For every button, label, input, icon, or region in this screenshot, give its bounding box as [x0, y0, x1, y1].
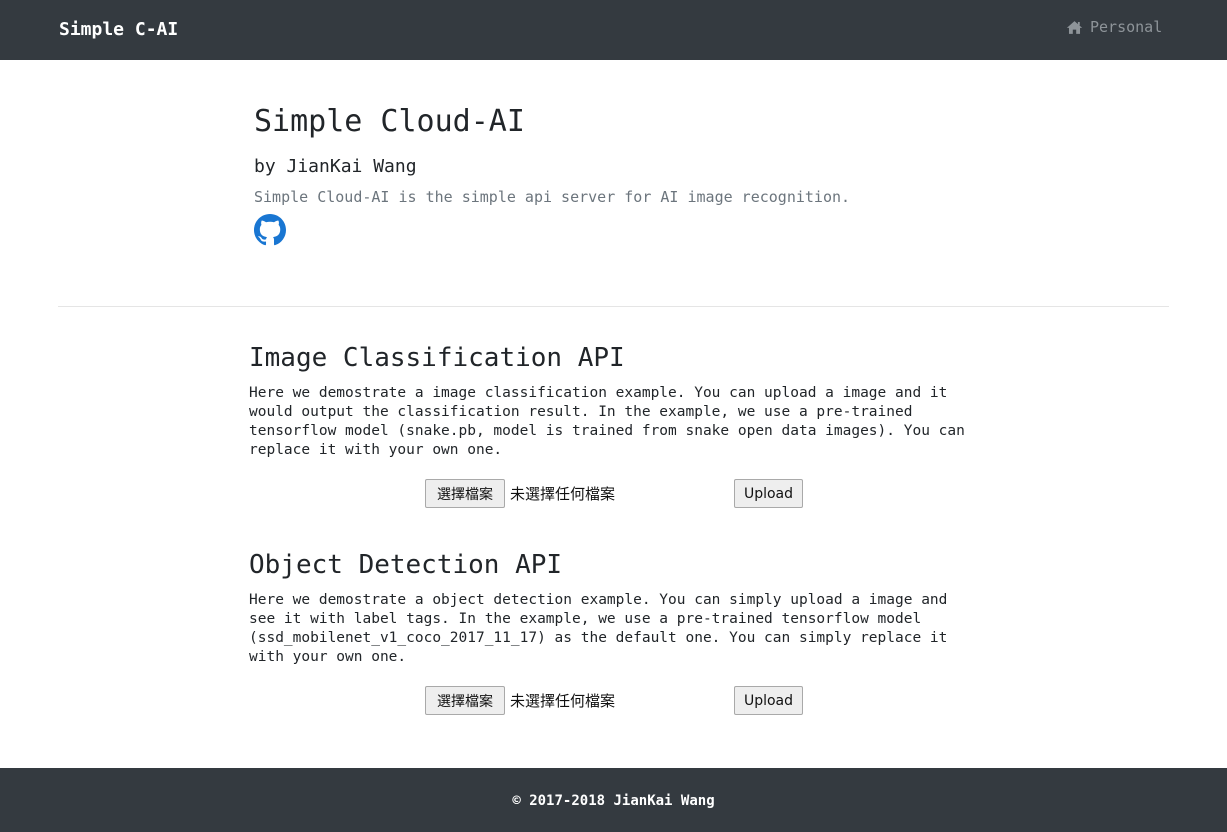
page-footer: © 2017-2018 JianKai Wang [0, 768, 1227, 832]
choose-file-button-classification[interactable]: 選擇檔案 [425, 479, 505, 508]
footer-copyright: © 2017-2018 JianKai Wang [512, 793, 715, 809]
top-navbar: Simple C-AI Personal [0, 0, 1227, 60]
nav-link-label: Personal [1090, 18, 1163, 36]
file-status-classification: 未選擇任何檔案 [510, 485, 616, 503]
upload-button-classification[interactable]: Upload [734, 479, 803, 508]
author-byline: by JianKai Wang [254, 156, 417, 177]
image-classification-description: Here we demostrate a image classificatio… [249, 385, 965, 458]
nav-link-personal[interactable]: Personal [1066, 18, 1162, 36]
choose-file-button-detection[interactable]: 選擇檔案 [425, 686, 505, 715]
page-title: Simple Cloud-AI [254, 104, 525, 139]
section-divider [58, 306, 1169, 307]
object-detection-description: Here we demostrate a object detection ex… [249, 592, 948, 665]
lead-description: Simple Cloud-AI is the simple api server… [254, 188, 851, 206]
file-status-detection: 未選擇任何檔案 [510, 692, 616, 710]
image-classification-heading: Image Classification API [249, 343, 625, 373]
github-icon[interactable] [254, 214, 286, 246]
object-detection-heading: Object Detection API [249, 550, 563, 580]
upload-button-detection[interactable]: Upload [734, 686, 803, 715]
navbar-brand[interactable]: Simple C-AI [59, 19, 178, 40]
home-icon [1066, 20, 1083, 34]
